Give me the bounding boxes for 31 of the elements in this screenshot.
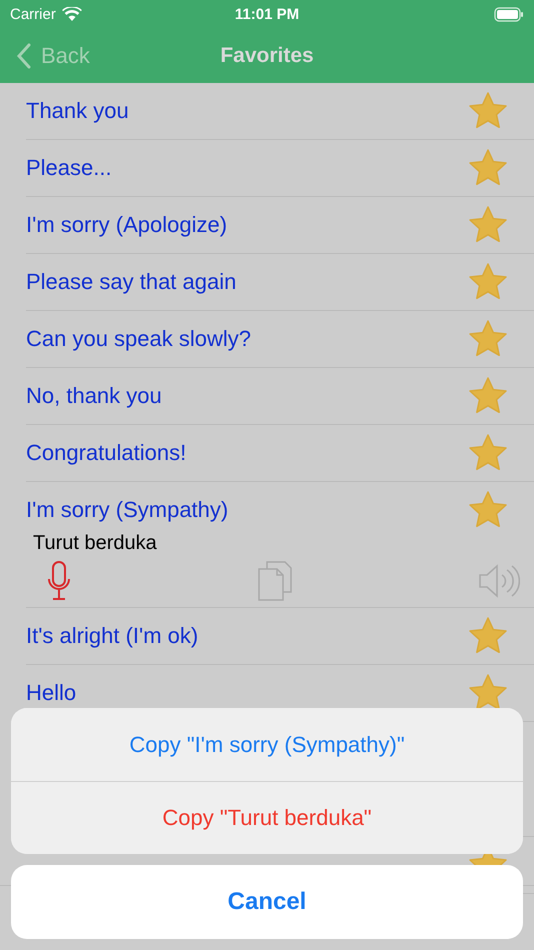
phrase-text[interactable]: Hello (26, 680, 468, 706)
microphone-icon[interactable] (46, 561, 72, 601)
battery-icon (494, 6, 524, 22)
star-icon[interactable] (468, 433, 508, 473)
phrase-text[interactable]: I'm sorry (Sympathy) (26, 497, 468, 523)
copy-button[interactable]: Copy "Turut berduka" (11, 781, 523, 854)
phrase-text[interactable]: It's alright (I'm ok) (26, 623, 468, 649)
star-icon[interactable] (468, 376, 508, 416)
speaker-icon[interactable] (478, 564, 520, 598)
star-icon[interactable] (468, 490, 508, 530)
phrase-text[interactable]: Can you speak slowly? (26, 326, 468, 352)
star-icon[interactable] (468, 262, 508, 302)
phrase-text[interactable]: Please... (26, 155, 468, 181)
star-icon[interactable] (468, 616, 508, 656)
phrase-text[interactable]: Thank you (26, 98, 468, 124)
star-icon[interactable] (468, 319, 508, 359)
phrase-text[interactable]: Please say that again (26, 269, 468, 295)
carrier-label: Carrier (10, 6, 56, 22)
star-icon[interactable] (468, 91, 508, 131)
cancel-button[interactable]: Cancel (11, 865, 523, 939)
star-icon[interactable] (468, 205, 508, 245)
nav-title: Favorites (220, 44, 314, 66)
phrase-text[interactable]: I'm sorry (Apologize) (26, 212, 468, 238)
time-label: 11:01 PM (234, 6, 300, 22)
wifi-icon (62, 6, 82, 22)
translation-text: Turut berduka (33, 532, 157, 554)
star-icon[interactable] (468, 148, 508, 188)
phrase-text[interactable]: Congratulations! (26, 440, 468, 466)
copy-icon[interactable] (258, 561, 292, 601)
phrase-text[interactable]: No, thank you (26, 383, 468, 409)
chevron-left-icon (16, 42, 31, 68)
